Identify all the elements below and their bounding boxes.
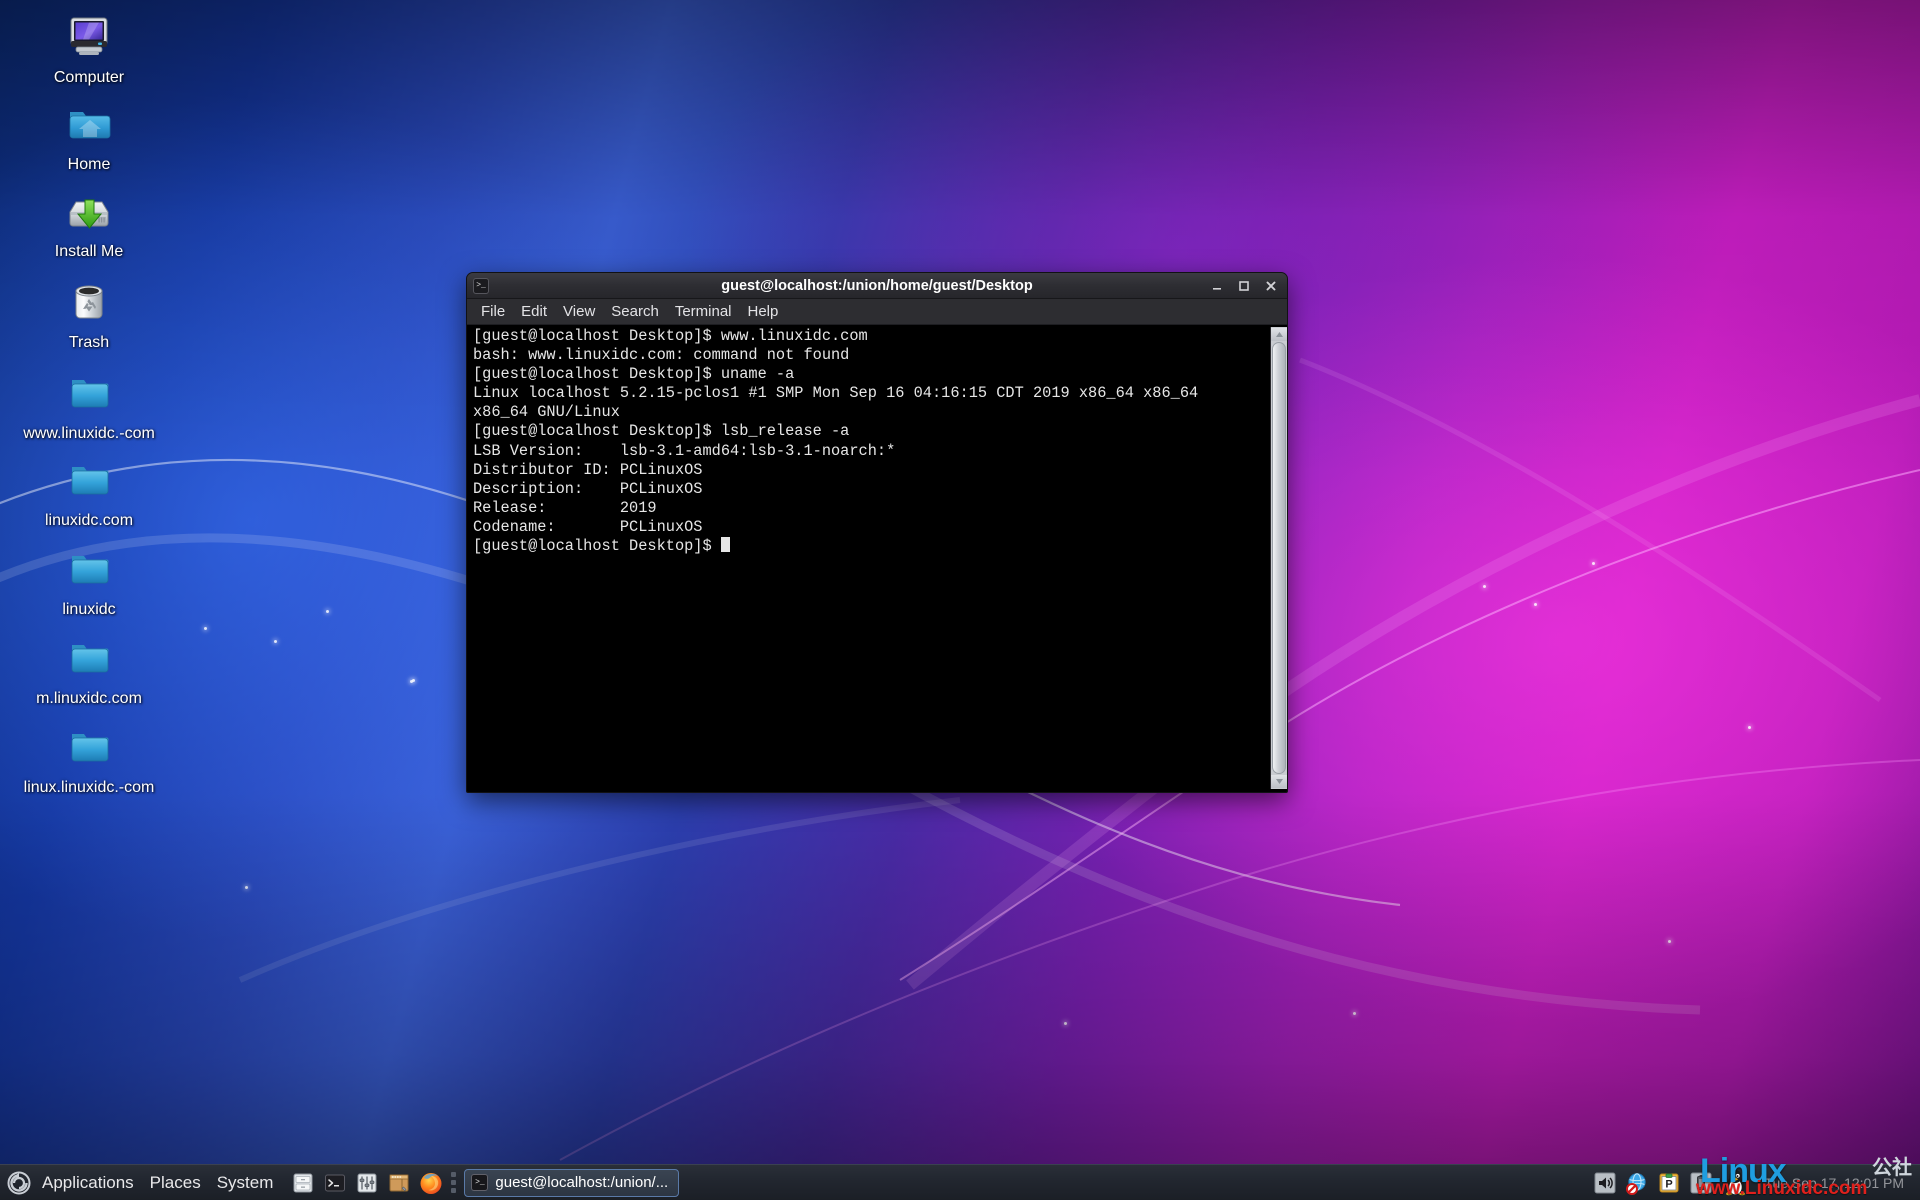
- desktop-icon-linuxidc-com[interactable]: linuxidc.com: [14, 451, 164, 530]
- terminal-output-text: [guest@localhost Desktop]$ www.linuxidc.…: [473, 327, 1199, 556]
- taskbar-clock[interactable]: Tue Sep 17, 12:01 PM: [1756, 1175, 1912, 1191]
- menu-help[interactable]: Help: [740, 301, 787, 322]
- sparkle: [326, 610, 329, 613]
- folder-icon: [61, 451, 117, 507]
- menu-edit[interactable]: Edit: [513, 301, 555, 322]
- desktop-icon-install-me[interactable]: Install Me: [14, 182, 164, 261]
- menu-terminal[interactable]: Terminal: [667, 301, 740, 322]
- trash-bin-icon: [61, 273, 117, 329]
- sparkle: [412, 679, 415, 682]
- taskbar-window-button-terminal[interactable]: >_ guest@localhost:/union/...: [464, 1168, 680, 1197]
- taskbar-window-list: >_ guest@localhost:/union/...: [464, 1168, 1592, 1197]
- tux-penguin-icon[interactable]: [1720, 1168, 1750, 1198]
- folder-icon: [61, 718, 117, 774]
- desktop-icon-www-linuxidc-com[interactable]: www.linuxidc.-com: [14, 364, 164, 443]
- battery-icon[interactable]: [1688, 1170, 1714, 1196]
- folder-icon: [61, 540, 117, 596]
- system-tray: P Tue Sep 17, 12:01 PM: [1592, 1168, 1916, 1198]
- menu-view[interactable]: View: [555, 301, 603, 322]
- sparkle: [1064, 1022, 1067, 1025]
- sparkle: [1353, 1012, 1356, 1015]
- sparkle: [274, 640, 277, 643]
- taskbar-window-label: guest@localhost:/union/...: [495, 1174, 669, 1191]
- terminal-cursor: [720, 537, 730, 553]
- sparkle: [1483, 585, 1486, 588]
- desktop-icon-label: linux.linuxidc.-com: [23, 779, 155, 796]
- scrollbar-track[interactable]: [1271, 341, 1287, 775]
- minimize-button[interactable]: [1210, 279, 1223, 292]
- sparkle: [1592, 562, 1595, 565]
- desktop-icon-label: linuxidc: [62, 601, 116, 618]
- menu-file[interactable]: File: [473, 301, 513, 322]
- menu-system[interactable]: System: [209, 1169, 282, 1197]
- window-controls: [1210, 279, 1281, 292]
- desktop-icon-computer[interactable]: Computer: [14, 8, 164, 87]
- scroll-down-arrow-icon[interactable]: [1271, 775, 1287, 788]
- desktop-icon-label: linuxidc.com: [44, 512, 134, 529]
- terminal-output[interactable]: [guest@localhost Desktop]$ www.linuxidc.…: [470, 327, 1270, 789]
- folder-icon: [61, 629, 117, 685]
- computer-monitor-icon: [61, 8, 117, 64]
- volume-speaker-icon[interactable]: [1592, 1170, 1618, 1196]
- sparkle: [245, 886, 248, 889]
- sparkle: [410, 680, 413, 683]
- terminal-icon[interactable]: [321, 1169, 349, 1197]
- clipboard-icon[interactable]: P: [1656, 1170, 1682, 1196]
- sparkle: [1534, 603, 1537, 606]
- pclinuxos-swirl-icon[interactable]: [4, 1168, 34, 1198]
- terminal-icon: >_: [471, 1174, 489, 1191]
- desktop-icon-linuxidc[interactable]: linuxidc: [14, 540, 164, 619]
- close-button[interactable]: [1264, 279, 1277, 292]
- desktop-icon-linux-linuxidc-com[interactable]: linux.linuxidc.-com: [14, 718, 164, 797]
- desktop-icon-label: Computer: [53, 69, 125, 86]
- desktop[interactable]: Computer Home Install Me Trash www.linux…: [0, 0, 1920, 1200]
- svg-text:P: P: [1666, 1178, 1673, 1190]
- terminal-menubar[interactable]: File Edit View Search Terminal Help: [467, 299, 1287, 325]
- terminal-scrollbar[interactable]: [1270, 327, 1287, 789]
- desktop-icon-home[interactable]: Home: [14, 95, 164, 174]
- taskbar-launchers: [289, 1169, 445, 1197]
- maximize-button[interactable]: [1237, 279, 1250, 292]
- terminal-titlebar[interactable]: >_ guest@localhost:/union/home/guest/Des…: [467, 273, 1287, 299]
- desktop-icon-label: Home: [67, 156, 111, 173]
- install-harddrive-icon: [61, 182, 117, 238]
- terminal-window[interactable]: >_ guest@localhost:/union/home/guest/Des…: [466, 272, 1288, 793]
- taskbar[interactable]: Applications Places System >_ guest@loca…: [0, 1154, 1920, 1200]
- sparkle: [204, 627, 207, 630]
- firefox-icon[interactable]: [417, 1169, 445, 1197]
- sparkle: [1668, 940, 1671, 943]
- network-disconnected-icon[interactable]: [1624, 1170, 1650, 1196]
- desktop-icon-label: www.linuxidc.-com: [23, 425, 155, 442]
- scroll-up-arrow-icon[interactable]: [1271, 328, 1287, 341]
- menu-places[interactable]: Places: [142, 1169, 209, 1197]
- terminal-icon: >_: [473, 277, 489, 294]
- taskbar-drag-handle[interactable]: [451, 1170, 458, 1196]
- desktop-icon-m-linuxidc-com[interactable]: m.linuxidc.com: [14, 629, 164, 708]
- desktop-icon-label: m.linuxidc.com: [36, 690, 142, 707]
- desktop-icon-label: Install Me: [54, 243, 124, 260]
- sparkle: [1748, 726, 1751, 729]
- menu-applications[interactable]: Applications: [34, 1169, 142, 1197]
- terminal-title: guest@localhost:/union/home/guest/Deskto…: [721, 277, 1033, 294]
- desktop-icon-trash[interactable]: Trash: [14, 273, 164, 352]
- mixer-equalizer-icon[interactable]: [353, 1169, 381, 1197]
- scrollbar-thumb[interactable]: [1272, 342, 1286, 774]
- terminal-body[interactable]: [guest@localhost Desktop]$ www.linuxidc.…: [467, 325, 1287, 792]
- file-manager-icon[interactable]: [289, 1169, 317, 1197]
- menu-search[interactable]: Search: [603, 301, 667, 322]
- package-manager-icon[interactable]: [385, 1169, 413, 1197]
- desktop-icon-grid: Computer Home Install Me Trash www.linux…: [14, 8, 164, 805]
- folder-icon: [61, 364, 117, 420]
- home-folder-icon: [61, 95, 117, 151]
- desktop-icon-label: Trash: [68, 334, 110, 351]
